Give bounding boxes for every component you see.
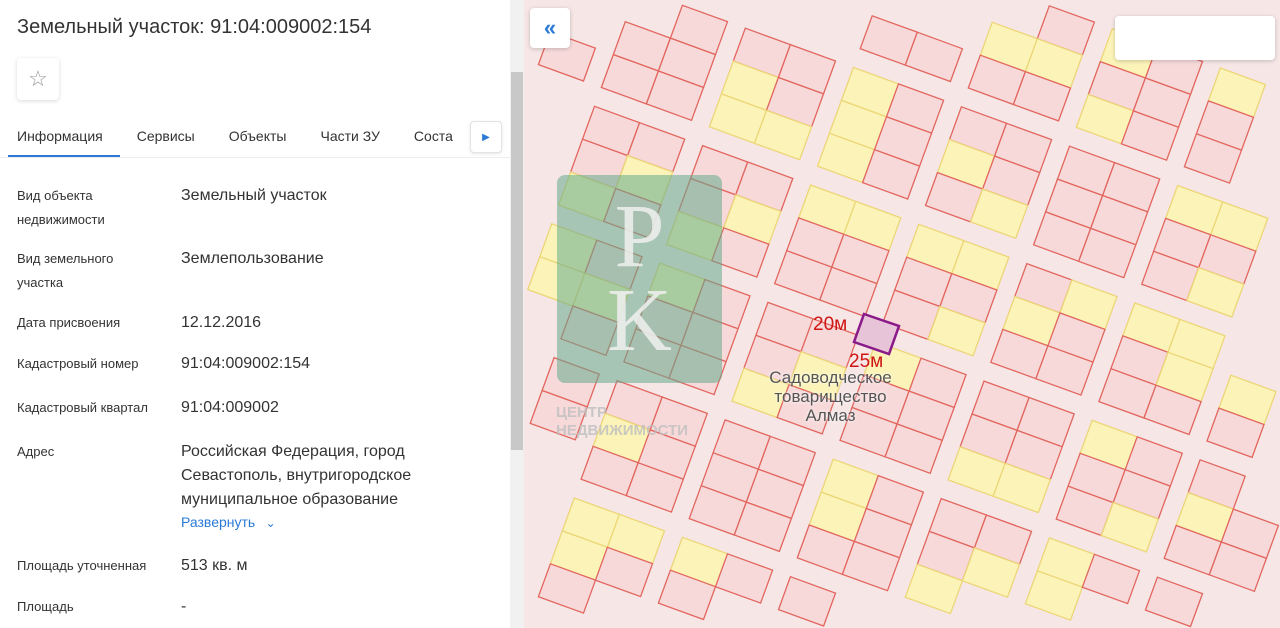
watermark-text: ЦЕНТР НЕДВИЖИМОСТИ [556,404,689,439]
field-label: Вид объекта недвижимости [17,188,105,227]
tab-objects[interactable]: Объекты [212,114,304,157]
expand-link[interactable]: Развернуть ⌄ [181,514,381,532]
map-search-input[interactable] [1115,16,1275,60]
dimension-length: 25м [849,351,884,372]
scrollbar-thumb[interactable] [511,72,523,450]
field-label: Кадастровый номер [17,356,139,371]
field-value: 91:04:009002 [181,399,279,416]
chevron-down-icon[interactable]: ⌄ [266,516,276,530]
field-value: - [181,598,187,615]
info-panel: Земельный участок: 91:04:009002:154 ☆ Ин… [0,0,510,628]
caret-right-icon[interactable]: ▶ [470,121,502,153]
field-label: Площадь [17,599,74,614]
field-value: 12.12.2016 [181,314,262,331]
tab-bar: Информация Сервисы Объекты Части ЗУ Сост… [0,114,510,158]
tab-information[interactable]: Информация [8,114,120,157]
parcel[interactable] [1144,576,1204,628]
field-value: 513 кв. м [181,557,248,574]
star-icon[interactable]: ☆ [17,58,59,100]
field-label: Площадь уточненная [17,558,147,573]
field-value: 91:04:009002:154 [181,355,311,372]
tab-composition[interactable]: Соста [397,114,470,157]
field-value: Российская Федерация, город Севастополь,… [181,443,412,508]
field-label: Адрес [17,444,55,459]
field-value: Земельный участок [181,187,327,204]
field-label: Вид земельного участка [17,251,114,290]
area-label: Садоводческое товарищество Алмаз [769,368,892,425]
watermark-logo: PK [557,175,722,383]
tab-parts[interactable]: Части ЗУ [303,114,396,157]
page-title: Земельный участок: 91:04:009002:154 [17,16,372,38]
field-value: Землепользование [181,250,324,267]
parcel[interactable] [777,575,837,627]
dimension-width: 20м [813,314,848,335]
double-chevron-left-icon[interactable]: « [530,8,570,48]
expand-label[interactable]: Развернуть [181,514,255,530]
field-label: Дата присвоения [17,315,121,330]
field-label: Кадастровый квартал [17,400,148,415]
tab-services[interactable]: Сервисы [120,114,212,157]
